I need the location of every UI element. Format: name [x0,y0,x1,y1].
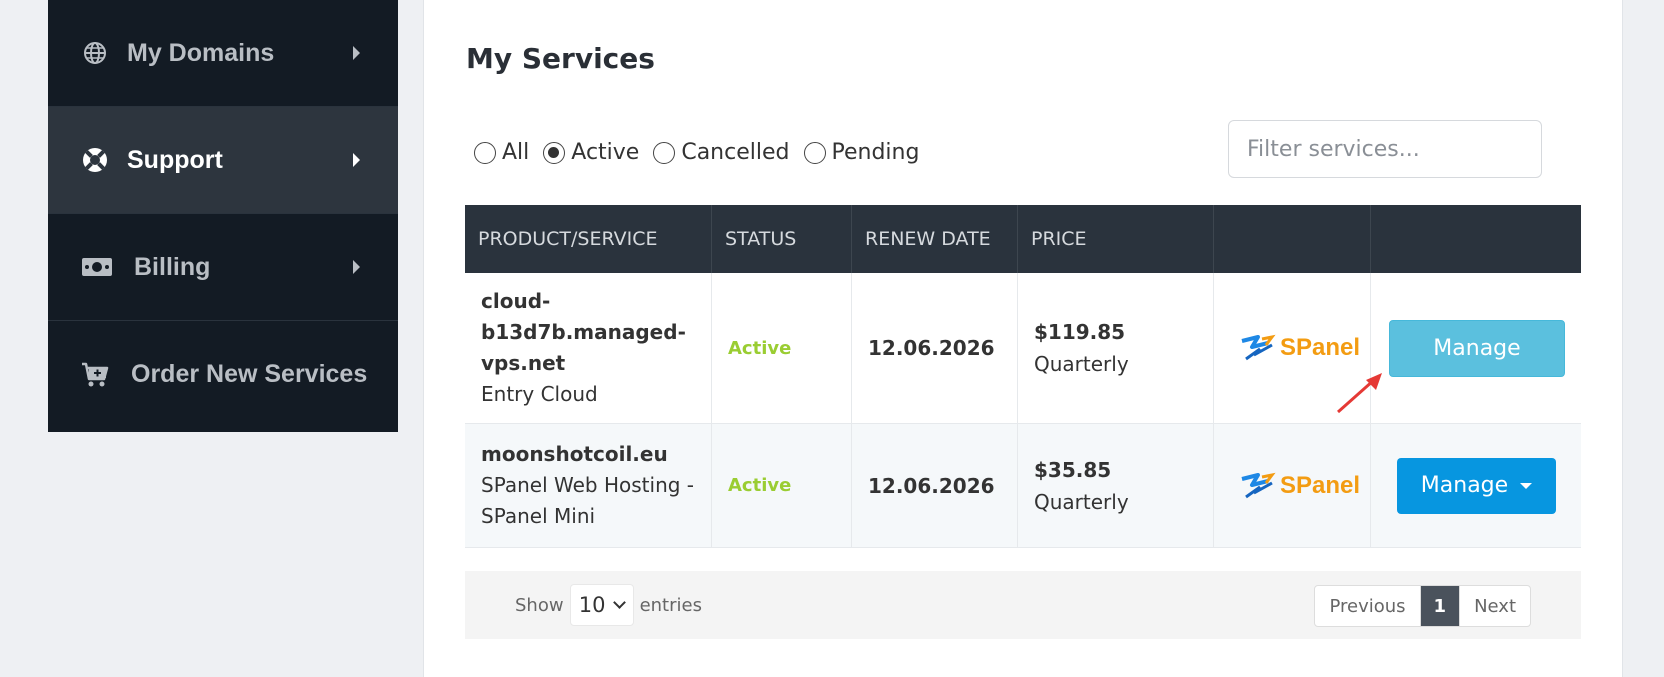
renew-date-cell: 12.06.2026 [852,273,1018,423]
globe-icon [80,38,110,68]
entries-select[interactable]: 10 [569,584,634,626]
table-row[interactable]: cloud- b13d7b.managed- vps.net Entry Clo… [465,273,1581,424]
manage-button[interactable]: Manage [1389,319,1565,377]
product-name-line: vps.net [481,351,566,375]
product-name: moonshotcoil.eu [481,442,668,466]
column-header-product[interactable]: PRODUCT/SERVICE [465,205,712,273]
billing-cycle: Quarterly [1034,489,1129,514]
price-cell: $35.85 Quarterly [1018,424,1214,547]
filter-label: All [502,140,530,165]
caret-right-icon [353,153,360,167]
spanel-logo: SPanel [1230,333,1360,363]
renew-date: 12.06.2026 [868,473,995,498]
column-header-renew-date[interactable]: RENEW DATE [852,205,1018,273]
filter-cancelled[interactable]: Cancelled [653,140,790,165]
previous-page-button[interactable]: Previous [1315,586,1421,626]
radio-button[interactable] [653,141,676,164]
filter-all[interactable]: All [474,140,529,165]
sidebar-item-label: Order New Services [131,360,368,388]
sidebar-item-label: Billing [134,252,211,281]
product-plan: Entry Cloud [481,382,598,406]
sidebar-item-order-new-services[interactable]: Order New Services [48,321,398,428]
entries-value: 10 [578,593,606,617]
filter-label: Pending [831,140,920,165]
status-label: Active [728,475,792,496]
radio-button[interactable] [474,141,496,164]
price-amount: $35.85 [1034,457,1112,482]
logo-text: SPanel [1280,471,1361,499]
sidebar-item-my-domains[interactable]: My Domains [48,0,398,107]
chevron-down-icon [613,596,627,609]
product-plan-line: SPanel Mini [481,504,596,528]
radio-button[interactable] [803,141,826,164]
filter-label: Cancelled [681,140,790,165]
money-icon [80,252,114,282]
logo-cell: SPanel [1214,424,1371,547]
price-cell: $119.85 Quarterly [1018,273,1214,423]
product-name-line: cloud- [481,289,551,313]
sidebar-item-label: Support [127,145,223,174]
manage-dropdown-button[interactable]: Manage [1397,457,1556,514]
services-panel: My Services All Active Cancelled Pending… [423,0,1623,677]
annotation-arrow-icon [1337,373,1382,414]
logo-text: SPanel [1280,334,1361,361]
column-header-price[interactable]: PRICE [1018,205,1214,273]
page-1-button[interactable]: 1 [1420,586,1461,626]
table-header: PRODUCT/SERVICE STATUS RENEW DATE PRICE [465,205,1581,273]
cart-plus-icon [80,360,110,390]
filter-label: Active [571,140,640,165]
renew-date: 12.06.2026 [868,336,995,360]
lifebuoy-icon [80,145,110,175]
product-cell: moonshotcoil.eu SPanel Web Hosting - SPa… [465,424,712,547]
status-filter-group: All Active Cancelled Pending [474,140,933,165]
services-table: PRODUCT/SERVICE STATUS RENEW DATE PRICE … [465,205,1581,548]
sidebar: My Domains Support Billing Order New Ser… [48,0,398,432]
next-page-button[interactable]: Next [1460,586,1530,626]
page-title: My Services [466,42,655,75]
spanel-logo-icon [1241,472,1276,498]
action-cell: Manage [1371,273,1581,423]
manage-label: Manage [1420,473,1509,498]
entries-label: entries [639,594,702,616]
filter-pending[interactable]: Pending [803,140,920,165]
radio-button[interactable] [543,141,566,164]
caret-right-icon [353,46,360,60]
filter-active[interactable]: Active [543,140,639,165]
product-plan-line: SPanel Web Hosting - [481,473,695,497]
table-footer: Show 10 entries Previous 1 Next [465,571,1581,639]
sidebar-item-support[interactable]: Support [48,107,398,214]
renew-date-cell: 12.06.2026 [852,424,1018,547]
column-header-actions [1371,205,1581,273]
caret-down-icon [1520,482,1533,489]
sidebar-item-billing[interactable]: Billing [48,214,398,321]
action-cell: Manage [1371,424,1581,547]
status-cell: Active [712,424,852,547]
show-label: Show [515,594,564,616]
column-header-logo [1214,205,1371,273]
column-header-status[interactable]: STATUS [712,205,852,273]
caret-right-icon [353,260,360,274]
sidebar-item-label: My Domains [127,38,275,67]
table-row[interactable]: moonshotcoil.eu SPanel Web Hosting - SPa… [465,424,1581,548]
status-cell: Active [712,273,852,423]
product-name-line: b13d7b.managed- [481,320,686,344]
billing-cycle: Quarterly [1034,352,1129,376]
status-label: Active [728,337,792,359]
entries-length: Show 10 entries [515,584,702,626]
product-cell: cloud- b13d7b.managed- vps.net Entry Clo… [465,273,712,423]
spanel-logo-icon [1241,334,1276,361]
spanel-logo: SPanel [1230,471,1360,501]
pagination: Previous 1 Next [1314,585,1531,627]
price-amount: $119.85 [1034,320,1126,344]
filter-services-input[interactable] [1228,120,1542,178]
